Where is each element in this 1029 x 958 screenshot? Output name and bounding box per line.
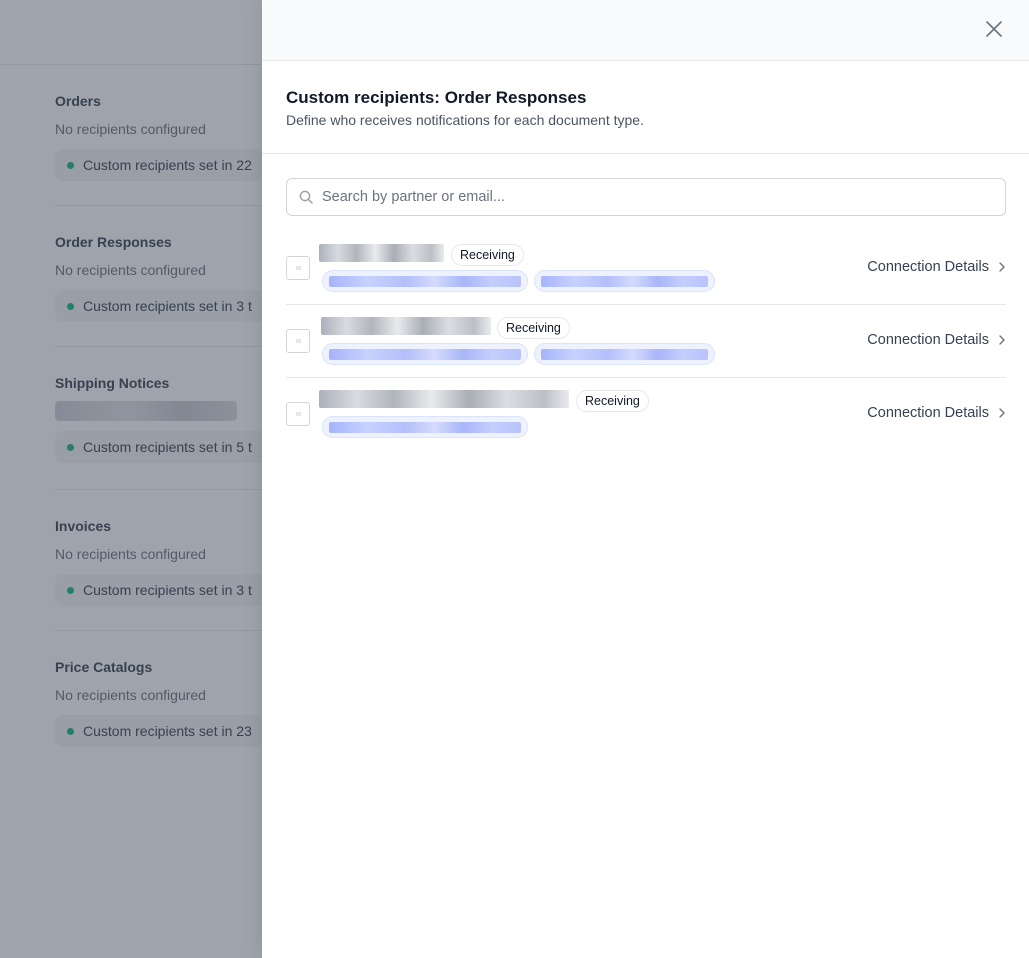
partner-name-redacted: [319, 244, 444, 262]
search-icon: [299, 190, 313, 204]
connection-details-label: Connection Details: [867, 332, 989, 348]
email-chip: [534, 270, 715, 292]
row-checkbox[interactable]: [286, 402, 310, 426]
status-badge: Receiving: [576, 390, 649, 412]
drawer-topbar: [262, 0, 1029, 61]
partner-list: Receiving Connection Details Receiving C…: [286, 232, 1006, 451]
close-button[interactable]: [983, 18, 1005, 40]
status-badge: Receiving: [451, 244, 524, 266]
email-chip: [322, 416, 528, 438]
chevron-right-icon: [999, 408, 1005, 418]
row-checkbox[interactable]: [286, 256, 310, 280]
drawer-title: Custom recipients: Order Responses: [286, 88, 587, 107]
email-chips: [322, 270, 715, 292]
partner-name-redacted: [321, 317, 491, 335]
search-box[interactable]: [286, 178, 1006, 216]
partner-row: Receiving Connection Details: [286, 305, 1006, 378]
recipients-drawer: Custom recipients: Order Responses Defin…: [262, 0, 1029, 958]
email-chip: [534, 343, 715, 365]
drawer-subtitle: Define who receives notifications for ea…: [286, 112, 644, 128]
email-chip: [322, 343, 528, 365]
partner-row: Receiving Connection Details: [286, 232, 1006, 305]
status-badge: Receiving: [497, 317, 570, 339]
connection-details-label: Connection Details: [867, 405, 989, 421]
email-chips: [322, 416, 528, 438]
row-checkbox[interactable]: [286, 329, 310, 353]
chevron-right-icon: [999, 262, 1005, 272]
connection-details-link[interactable]: Connection Details: [867, 332, 1006, 348]
email-chips: [322, 343, 715, 365]
connection-details-label: Connection Details: [867, 259, 989, 275]
search-input[interactable]: [322, 189, 962, 205]
email-chip: [322, 270, 528, 292]
close-icon: [986, 21, 1002, 37]
drawer-header: Custom recipients: Order Responses Defin…: [262, 61, 1029, 154]
partner-row: Receiving Connection Details: [286, 378, 1006, 451]
chevron-right-icon: [999, 335, 1005, 345]
connection-details-link[interactable]: Connection Details: [867, 259, 1006, 275]
connection-details-link[interactable]: Connection Details: [867, 405, 1006, 421]
partner-name-redacted: [319, 390, 569, 408]
